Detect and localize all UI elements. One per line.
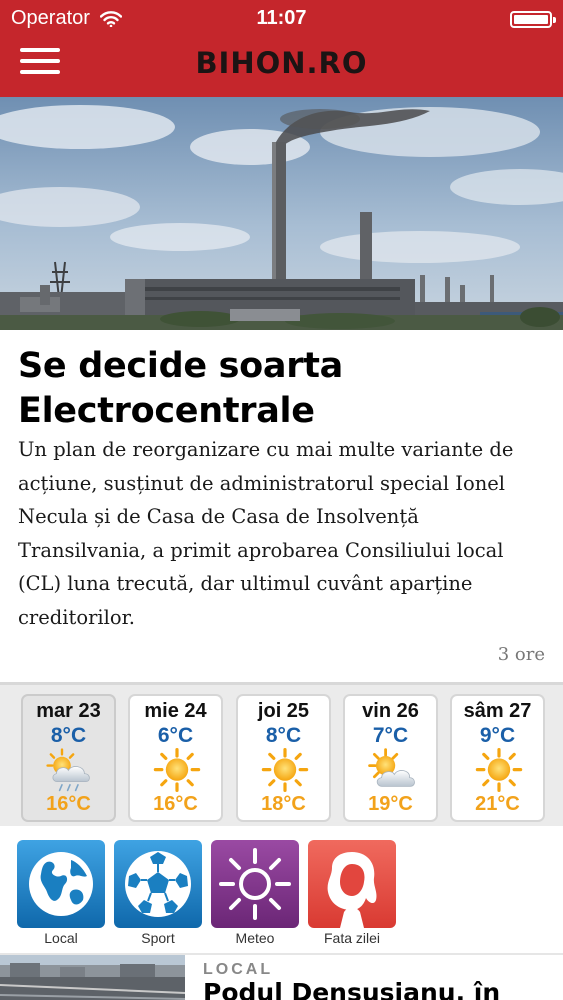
forecast-temp-bottom: 16°C: [46, 793, 91, 815]
forecast-temp-top: 7°C: [372, 724, 409, 747]
sun-icon: [261, 748, 309, 792]
forecast-temp-top: 8°C: [50, 724, 87, 747]
status-bar: Operator 11:07: [0, 0, 563, 38]
forecast-day[interactable]: mie 24 6°C 16°C: [128, 694, 223, 822]
forecast-day[interactable]: vin 26 7°C 19°C: [343, 694, 438, 822]
article-title[interactable]: Se decide soarta Electrocentrale: [18, 344, 548, 434]
shortcut-fata-zilei[interactable]: Fata zilei: [308, 840, 396, 946]
sun-icon: [153, 748, 201, 792]
forecast-day-name: mie 24: [144, 700, 207, 722]
shortcut-local[interactable]: Local: [17, 840, 105, 946]
sun-cloud-icon: [368, 748, 415, 787]
forecast-temp-bottom: 21°C: [475, 793, 520, 815]
power-plant-photo: [0, 97, 563, 330]
clock: 11:07: [256, 7, 307, 29]
battery-icon: [510, 11, 556, 28]
soccer-ball-icon: [114, 840, 202, 928]
forecast-day[interactable]: joi 25 8°C 18°C: [236, 694, 331, 822]
forecast-temp-bottom: 18°C: [261, 793, 306, 815]
cloud-rain-sun-icon: [46, 748, 90, 792]
forecast-temp-top: 9°C: [479, 724, 516, 747]
bridge-photo: [0, 955, 185, 1000]
next-article-title[interactable]: Podul Densușianu, în: [203, 978, 500, 1000]
featured-image[interactable]: [0, 97, 563, 330]
shortcut-sport[interactable]: Sport: [114, 840, 202, 946]
forecast-temp-bottom: 19°C: [368, 793, 413, 815]
shortcut-label: Fata zilei: [323, 930, 381, 946]
forecast-day[interactable]: sâm 27 9°C 21°C: [450, 694, 545, 822]
next-article-thumbnail[interactable]: [0, 955, 185, 1000]
forecast-day-name: joi 25: [257, 700, 310, 722]
forecast-day-name: mar 23: [36, 700, 101, 722]
shortcut-label: Local: [44, 930, 78, 946]
site-logo[interactable]: BIHON.RO: [0, 46, 563, 80]
forecast-day-name: sâm 27: [463, 700, 532, 722]
article-age: 3 ore: [497, 644, 545, 665]
shortcut-label: Sport: [141, 930, 175, 946]
forecast-temp-top: 8°C: [265, 724, 302, 747]
featured-article[interactable]: Se decide soarta Electrocentrale Un plan…: [0, 330, 563, 682]
forecast-temp-top: 6°C: [157, 724, 194, 747]
app-header: Operator 11:07 BIHON.RO: [0, 0, 563, 97]
shortcut-label: Meteo: [235, 930, 275, 946]
next-article-category: LOCAL: [203, 961, 274, 978]
sun-outline-icon: [211, 840, 299, 928]
forecast-day-name: vin 26: [362, 700, 419, 722]
forecast-day[interactable]: mar 23 8°C 16°C: [21, 694, 116, 822]
weather-forecast: mar 23 8°C 16°C mie 24 6°C 16°C joi 25 8…: [0, 682, 563, 826]
sun-icon: [475, 748, 523, 792]
shortcut-meteo[interactable]: Meteo: [211, 840, 299, 946]
section-shortcuts: Local Sport Meteo Fata zilei: [0, 826, 563, 954]
forecast-temp-bottom: 16°C: [153, 793, 198, 815]
globe-icon: [17, 840, 105, 928]
article-summary: Un plan de reorganizare cu mai multe var…: [18, 438, 514, 629]
woman-silhouette-icon: [308, 840, 396, 928]
